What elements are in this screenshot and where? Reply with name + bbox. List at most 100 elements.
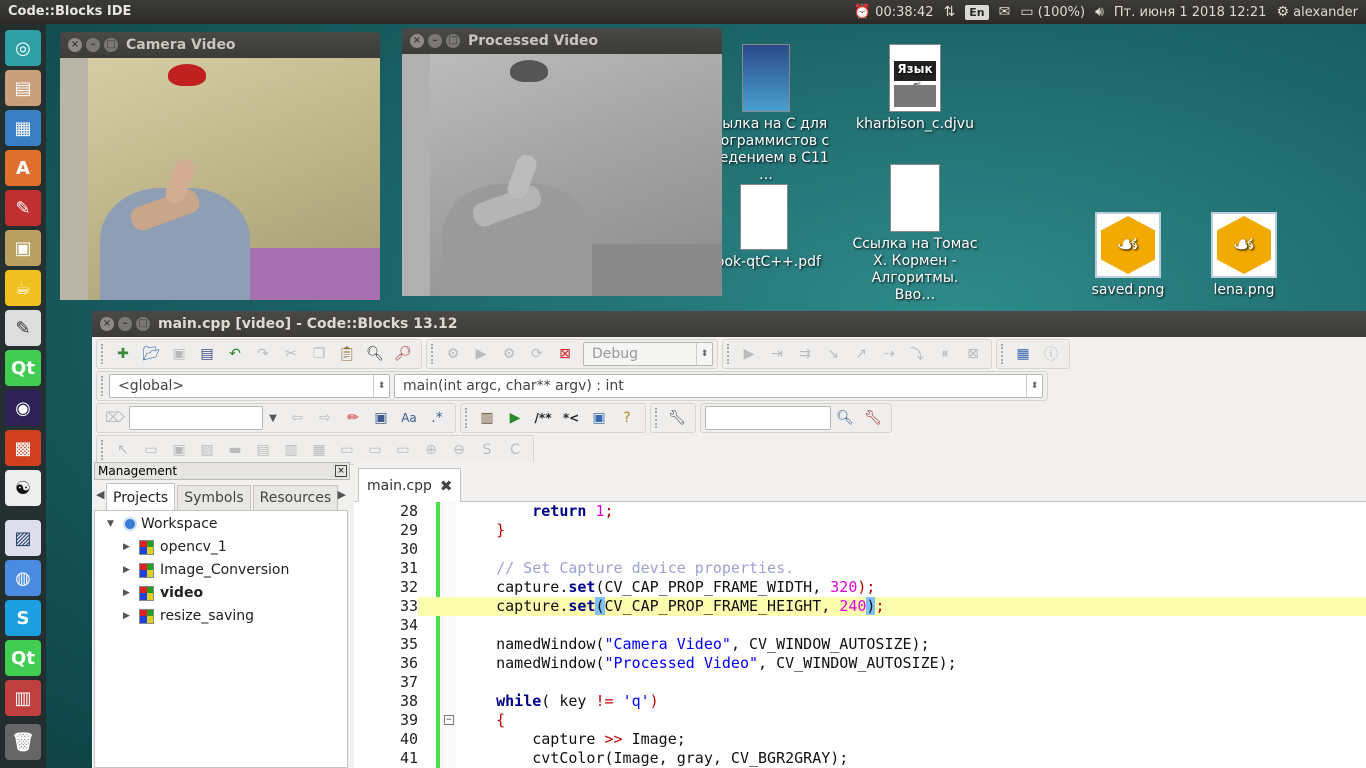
c-icon[interactable]: C bbox=[501, 438, 529, 462]
close-icon[interactable]: × bbox=[100, 317, 114, 331]
spacer-icon[interactable]: ▭ bbox=[333, 438, 361, 462]
doxy-run-icon[interactable]: ▶ bbox=[501, 406, 529, 430]
back-icon[interactable]: ⇦ bbox=[283, 406, 311, 430]
paste-icon[interactable]: 📋︎ bbox=[333, 342, 361, 366]
new-file-icon[interactable]: ✚ bbox=[109, 342, 137, 366]
dialog-icon[interactable]: ▣ bbox=[165, 438, 193, 462]
replace-icon[interactable]: 🔎︎ bbox=[389, 342, 417, 366]
toolbar-grip[interactable] bbox=[101, 376, 105, 396]
zoom-out-icon[interactable]: ⊖ bbox=[445, 438, 473, 462]
step-into-icon[interactable]: ↘ bbox=[819, 342, 847, 366]
regex-icon[interactable]: .* bbox=[423, 406, 451, 430]
launcher-qt-icon[interactable]: Qt bbox=[5, 350, 41, 386]
toolbar-grip[interactable] bbox=[1001, 344, 1005, 364]
minimize-icon[interactable]: – bbox=[118, 317, 132, 331]
launcher-workbench-icon[interactable]: ▨ bbox=[5, 520, 41, 556]
zoom-in-icon[interactable]: ⊕ bbox=[417, 438, 445, 462]
launcher-eclipse-icon[interactable]: ◉ bbox=[5, 390, 41, 426]
launcher-settings-icon[interactable]: ✎ bbox=[5, 190, 41, 226]
tree-project-video[interactable]: ▶ video bbox=[123, 582, 203, 604]
launcher-yinyang-icon[interactable]: ☯ bbox=[5, 470, 41, 506]
chevron-left-icon[interactable]: ◀ bbox=[96, 488, 104, 501]
tree-project-opencv-1[interactable]: ▶ opencv_1 bbox=[123, 536, 227, 558]
launcher-skype-icon[interactable]: S bbox=[5, 600, 41, 636]
doxywizard-icon[interactable]: ▥ bbox=[473, 406, 501, 430]
launcher-chrome-icon[interactable]: ◍ bbox=[5, 560, 41, 596]
desktop-icon-saved-png[interactable]: ☙ saved.png bbox=[1064, 212, 1192, 299]
desktop-icon-lena-png[interactable]: ☙ lena.png bbox=[1180, 212, 1308, 299]
launcher-tea-icon[interactable]: ☕ bbox=[5, 270, 41, 306]
abort-icon[interactable]: ⊠ bbox=[551, 342, 579, 366]
search-input[interactable] bbox=[129, 406, 263, 430]
code-area[interactable]: 28 return 1; 29 } 30 31 // Set Capture d… bbox=[354, 502, 1366, 768]
highlight-icon[interactable]: ✏ bbox=[339, 406, 367, 430]
scope-select[interactable]: <global> ⬍ bbox=[108, 374, 391, 398]
codeblocks-window[interactable]: × – □ main.cpp [video] - Code::Blocks 13.1… bbox=[92, 311, 1366, 768]
build-target-select[interactable]: Debug ⬍ bbox=[583, 342, 713, 366]
undo-icon[interactable]: ↶ bbox=[221, 342, 249, 366]
close-icon[interactable]: × bbox=[68, 38, 82, 52]
panel-icon[interactable]: ▭ bbox=[137, 438, 165, 462]
settings-icon[interactable]: 🔧︎ bbox=[859, 406, 887, 430]
user-menu[interactable]: ⚙ alexander bbox=[1276, 4, 1358, 20]
sizer2-icon[interactable]: ▤ bbox=[249, 438, 277, 462]
spacer3-icon[interactable]: ▭ bbox=[389, 438, 417, 462]
camera-video-window[interactable]: × – □ Camera Video bbox=[60, 32, 380, 300]
window-titlebar[interactable]: × – □ main.cpp [video] - Code::Blocks 13.1… bbox=[92, 311, 1366, 337]
dollar-icon[interactable]: S bbox=[473, 438, 501, 462]
search2-input[interactable] bbox=[705, 406, 831, 430]
frame-icon[interactable]: ▨ bbox=[193, 438, 221, 462]
keyboard-layout-indicator[interactable]: En bbox=[965, 4, 989, 20]
launcher-files-icon[interactable]: ▤ bbox=[5, 70, 41, 106]
toolbar-grip[interactable] bbox=[727, 344, 731, 364]
clock[interactable]: Пт. июня 1 2018 12:21 bbox=[1114, 5, 1267, 20]
chevron-down-icon[interactable]: ▼ bbox=[263, 406, 283, 430]
forward-icon[interactable]: ⇨ bbox=[311, 406, 339, 430]
toolbar-grip[interactable] bbox=[431, 344, 435, 364]
fold-collapse-icon[interactable]: − bbox=[444, 715, 454, 725]
close-icon[interactable]: × bbox=[410, 34, 424, 48]
processed-video-window[interactable]: × – □ Processed Video bbox=[402, 28, 722, 296]
save-all-icon[interactable]: ▤ bbox=[193, 342, 221, 366]
debug-windows-icon[interactable]: ▦ bbox=[1009, 342, 1037, 366]
pause-icon[interactable]: ⏸ bbox=[931, 342, 959, 366]
collapsed-triangle-icon[interactable]: ▶ bbox=[123, 542, 139, 552]
html-output-icon[interactable]: ▣ bbox=[585, 406, 613, 430]
toolbar-grip[interactable] bbox=[101, 344, 105, 364]
open-file-icon[interactable]: 📂︎ bbox=[137, 342, 165, 366]
timer-indicator[interactable]: ⏰ 00:38:42 bbox=[854, 4, 934, 20]
network-transfer-icon[interactable]: ⇅ bbox=[944, 4, 956, 20]
window-titlebar[interactable]: × – □ Camera Video bbox=[60, 32, 380, 58]
minimize-icon[interactable]: – bbox=[428, 34, 442, 48]
sizer4-icon[interactable]: ▦ bbox=[305, 438, 333, 462]
tree-project-image-conversion[interactable]: ▶ Image_Conversion bbox=[123, 559, 289, 581]
line-comment-icon[interactable]: *< bbox=[557, 406, 585, 430]
launcher-editor-icon[interactable]: ✎ bbox=[5, 310, 41, 346]
launcher-dash-icon[interactable]: ◎ bbox=[5, 30, 41, 66]
build-gear-icon[interactable]: ⚙ bbox=[439, 342, 467, 366]
save-icon[interactable]: ▣ bbox=[165, 342, 193, 366]
launcher-qt2-icon[interactable]: Qt bbox=[5, 640, 41, 676]
launcher-codeblocks-icon[interactable]: ▩ bbox=[5, 430, 41, 466]
build-and-run-icon[interactable]: ⚙ bbox=[495, 342, 523, 366]
minimize-icon[interactable]: – bbox=[86, 38, 100, 52]
launcher-app-icon[interactable]: ▥ bbox=[5, 680, 41, 716]
launcher-software-center-icon[interactable]: A bbox=[5, 150, 41, 186]
battery-indicator[interactable]: ▭ (100%) bbox=[1020, 4, 1085, 20]
launcher-archive-icon[interactable]: ▣ bbox=[5, 230, 41, 266]
search-icon[interactable]: 🔍︎ bbox=[831, 406, 859, 430]
sizer3-icon[interactable]: ▥ bbox=[277, 438, 305, 462]
step-out-icon[interactable]: ↗ bbox=[847, 342, 875, 366]
tab-projects[interactable]: Projects bbox=[106, 483, 176, 510]
tree-workspace[interactable]: ▼ Workspace bbox=[107, 513, 218, 535]
wrench-icon[interactable]: 🔧︎ bbox=[663, 406, 691, 430]
next-line-icon[interactable]: ⇉ bbox=[791, 342, 819, 366]
tab-symbols[interactable]: Symbols bbox=[177, 485, 251, 510]
close-icon[interactable]: ✖ bbox=[440, 477, 453, 495]
close-icon[interactable]: × bbox=[335, 465, 347, 477]
pointer-icon[interactable]: ↖ bbox=[109, 438, 137, 462]
chevron-right-icon[interactable]: ▶ bbox=[338, 488, 346, 501]
chm-help-icon[interactable]: ? bbox=[613, 406, 641, 430]
collapsed-triangle-icon[interactable]: ▶ bbox=[123, 588, 139, 598]
copy-icon[interactable]: ❐ bbox=[305, 342, 333, 366]
